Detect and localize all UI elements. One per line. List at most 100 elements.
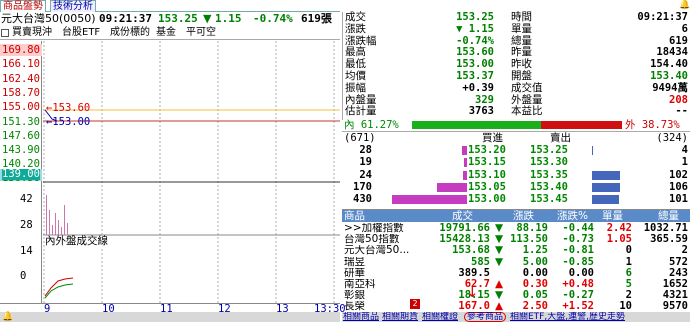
volume-bar <box>61 227 62 235</box>
quote-value: +0.39 <box>462 81 494 94</box>
bell-icon[interactable]: 🔔 <box>679 0 690 10</box>
link-related-warrants[interactable]: 相關權證 <box>422 312 458 322</box>
product-name: >>加權指數 <box>344 223 404 234</box>
ask-price[interactable]: 153.25 <box>530 145 568 156</box>
volume-bar <box>58 220 59 235</box>
quote-row: 最高 153.60 昨量 18434 <box>343 47 690 58</box>
product-total: 2 <box>681 244 688 257</box>
y-tick-label: 162.40 <box>2 73 40 85</box>
bid-price[interactable]: 153.15 <box>468 157 506 168</box>
ask-volume-bar <box>592 182 620 192</box>
bid-price[interactable]: 153.00 <box>468 194 506 205</box>
lower-tick-label: 42 <box>20 193 33 205</box>
ask-price[interactable]: 153.30 <box>530 157 568 168</box>
table-row[interactable]: 長榮 167.0 ▲ 2.50 +1.52 10 9570 <box>342 301 690 312</box>
table-header: 商品 成交 漲跌 漲跌% 單量 總量 <box>342 210 690 222</box>
toolbar-etf[interactable]: 台股ETF <box>62 27 100 39</box>
quote-value: 153.00 <box>456 58 494 71</box>
lower-tick-label: 14 <box>20 245 33 257</box>
product-pct: +1.52 <box>562 300 594 313</box>
product-price: 167.0 <box>458 300 490 313</box>
product-total: 572 <box>669 255 688 268</box>
stock-header: 元大台灣50(0050) 09:21:37 153.25 ▼ 1.15 -0.7… <box>0 12 340 26</box>
quote-value: 154.40 <box>650 58 688 71</box>
ask-quantity: 4 <box>681 144 688 156</box>
flag-badge[interactable]: 2 <box>410 299 420 309</box>
quote-label: 外盤量 <box>511 93 543 106</box>
book-row: 170 153.05 153.40 106 <box>342 181 690 193</box>
link-related-futures[interactable]: 相關期貨 <box>382 312 418 322</box>
quote-label: 單量 <box>511 22 532 35</box>
tab-market-overview[interactable]: 商品盤勢 <box>0 0 46 12</box>
col-total[interactable]: 總量 <box>658 210 679 222</box>
book-row: 24 153.10 153.35 102 <box>342 168 690 181</box>
quote-label: 昨收 <box>511 58 532 71</box>
table-row[interactable]: 瑞昱 585 ▼ 5.00 -0.85 1 572 <box>342 255 690 268</box>
product-name: 研華 <box>344 267 365 279</box>
toolbar-components[interactable]: 成份標的 <box>110 27 150 39</box>
bid-volume-bar <box>437 182 467 192</box>
bid-quantity: 19 <box>359 156 372 169</box>
cur-price-label: ←153.00 <box>46 116 91 128</box>
col-pct[interactable]: 漲跌% <box>557 210 588 222</box>
quote-value: 3763 <box>468 105 494 118</box>
ask-volume-bar <box>592 146 593 155</box>
toolbar-menu-icon[interactable] <box>1 29 9 37</box>
ask-price[interactable]: 153.40 <box>530 181 568 193</box>
down-arrow-icon: ▼ <box>203 12 212 25</box>
related-table: 商品 成交 漲跌 漲跌% 單量 總量 >>加權指數 19791.66 ▼ 88.19-… <box>342 209 690 312</box>
col-change[interactable]: 漲跌 <box>513 210 534 222</box>
ask-price[interactable]: 153.35 <box>530 169 568 181</box>
quote-label: 成交 <box>345 11 366 23</box>
ref-price-label: ←153.60 <box>46 102 91 114</box>
col-name[interactable]: 商品 <box>344 210 365 222</box>
volume-bar <box>49 210 50 235</box>
toolbar-fund[interactable]: 基金 <box>156 27 176 39</box>
link-etf-market[interactable]: 相關ETF,大盤,連警,歷史走勢 <box>510 312 625 322</box>
out-ratio-fill <box>541 121 622 129</box>
ask-volume-bar <box>592 170 620 180</box>
lower-panel-title: 內外盤成交線 <box>45 235 108 247</box>
ask-price[interactable]: 153.45 <box>530 194 568 205</box>
y-tick-label: 169.80 <box>2 44 40 56</box>
table-row[interactable]: 元大台灣50... 153.68 ▼ 1.25 -0.81 0 2 <box>342 245 690 256</box>
bottom-link-bar: 相關商品 相關期貨 相關權證 參考商品 相關ETF,大盤,連警,歷史走勢 <box>342 312 690 322</box>
link-reference-products[interactable]: 參考商品 <box>464 312 507 322</box>
toolbar-day-trade[interactable]: 買賣現沖 <box>12 27 52 39</box>
table-row[interactable]: 彰銀 18.15 ▼ 0.05 -0.27 2 4321 <box>342 290 690 301</box>
bid-header: 買進 <box>482 132 503 144</box>
bid-price[interactable]: 153.05 <box>468 181 506 193</box>
quote-value: -0.74% <box>456 34 494 47</box>
product-pct: -0.85 <box>562 255 594 268</box>
link-related-products[interactable]: 相關商品 <box>343 312 379 322</box>
in-out-ratio-bar: 內 61.27% 外 38.73% <box>342 120 690 131</box>
quote-value: -- <box>675 105 688 118</box>
product-name: 南亞科 <box>344 279 376 290</box>
product-pct: -0.81 <box>562 244 594 257</box>
quote-label: 內盤量 <box>345 93 377 106</box>
product-change: 1.25 <box>522 244 548 257</box>
quote-label: 總量 <box>511 34 532 47</box>
quote-label: 漲跌幅 <box>345 34 377 47</box>
ask-quantity: 101 <box>669 193 688 206</box>
product-change: 2.50 <box>522 300 548 313</box>
bid-price[interactable]: 153.10 <box>468 169 506 181</box>
quote-value: 9494萬 <box>652 81 688 94</box>
bell-icon[interactable]: 🔔 <box>2 312 13 322</box>
table-row[interactable]: 台灣50指數 15428.13 ▼ 113.50 -0.73 1.05 365.59 <box>342 234 690 245</box>
col-price[interactable]: 成交 <box>452 210 473 222</box>
col-lot[interactable]: 單量 <box>602 210 623 222</box>
ask-quantity: 102 <box>669 168 688 181</box>
bid-price[interactable]: 153.20 <box>468 145 506 156</box>
quote-row: 均價 153.37 開盤 153.40 <box>343 71 690 82</box>
header-percent: -0.74% <box>253 12 293 25</box>
intraday-chart <box>43 41 340 303</box>
tab-technical-analysis[interactable]: 技術分析 <box>50 0 96 12</box>
bid-quantity: 24 <box>359 168 372 181</box>
table-row[interactable]: 南亞科 62.7 ▲ 0.30 +0.48 5 1652 <box>342 279 690 290</box>
table-row[interactable]: 研華 389.5 0.00 0.00 6 243 <box>342 267 690 279</box>
toolbar-short[interactable]: 平可空 <box>186 27 216 39</box>
marker-price: 139.00 <box>2 168 40 180</box>
product-lot: 10 <box>619 300 632 313</box>
quote-value: 6 <box>681 22 688 35</box>
